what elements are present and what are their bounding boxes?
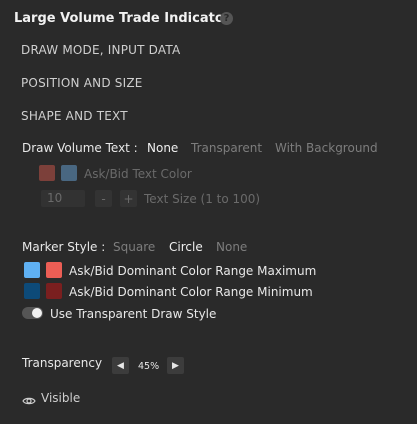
transparency-decrease-button[interactable]: ◀: [112, 357, 129, 374]
dominant-max-bid-color-swatch[interactable]: [46, 262, 62, 278]
transparent-draw-label: Use Transparent Draw Style: [50, 307, 217, 321]
panel-title: Large Volume Trade Indicator: [14, 11, 231, 26]
marker-style-label: Marker Style :: [22, 240, 106, 254]
section-position-size[interactable]: POSITION AND SIZE: [21, 76, 143, 90]
dominant-min-label: Ask/Bid Dominant Color Range Minimum: [69, 285, 313, 299]
transparent-draw-toggle[interactable]: [22, 307, 43, 319]
question-mark-icon[interactable]: ?: [220, 12, 233, 25]
dominant-min-ask-color-swatch[interactable]: [24, 283, 40, 299]
marker-style-option-square[interactable]: Square: [113, 240, 155, 254]
ask-bid-text-color-label: Ask/Bid Text Color: [84, 167, 192, 181]
draw-volume-text-option-with-background[interactable]: With Background: [275, 141, 378, 155]
section-draw-mode[interactable]: DRAW MODE, INPUT DATA: [21, 43, 180, 57]
ask-text-color-swatch[interactable]: [39, 165, 55, 181]
triangle-right-icon: ▶: [172, 360, 179, 371]
bid-text-color-swatch[interactable]: [61, 165, 77, 181]
triangle-left-icon: ◀: [117, 360, 124, 371]
transparency-increase-button[interactable]: ▶: [167, 357, 184, 374]
draw-volume-text-option-transparent[interactable]: Transparent: [191, 141, 262, 155]
transparency-value: 45%: [138, 361, 160, 372]
section-shape-text[interactable]: SHAPE AND TEXT: [21, 109, 128, 123]
toggle-knob: [32, 308, 42, 318]
dominant-max-ask-color-swatch[interactable]: [24, 262, 40, 278]
marker-style-option-circle[interactable]: Circle: [169, 240, 203, 254]
text-size-label: Text Size (1 to 100): [144, 192, 261, 206]
marker-style-option-none[interactable]: None: [216, 240, 247, 254]
visible-label[interactable]: Visible: [41, 391, 80, 405]
draw-volume-text-option-none[interactable]: None: [147, 141, 178, 155]
dominant-min-bid-color-swatch[interactable]: [46, 283, 62, 299]
text-size-increment-button[interactable]: +: [120, 190, 137, 207]
transparency-label: Transparency: [22, 356, 103, 370]
text-size-decrement-button[interactable]: -: [95, 190, 112, 207]
text-size-input[interactable]: 10: [41, 190, 85, 207]
eye-icon[interactable]: [22, 392, 36, 405]
draw-volume-text-label: Draw Volume Text :: [22, 141, 138, 155]
dominant-max-label: Ask/Bid Dominant Color Range Maximum: [69, 264, 317, 278]
